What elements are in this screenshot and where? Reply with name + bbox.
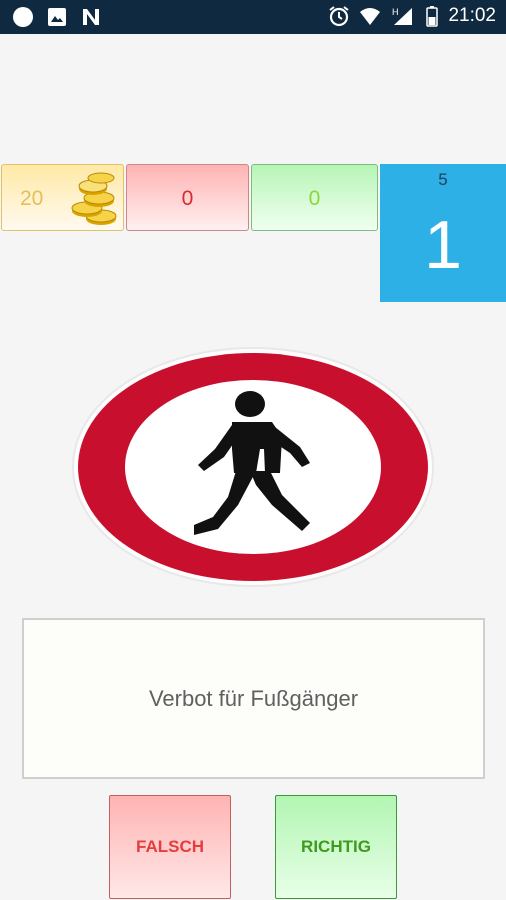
- signal-icon: H: [390, 5, 416, 27]
- battery-icon: [425, 5, 439, 27]
- coins-counter: 20: [1, 164, 124, 231]
- image-icon: [46, 6, 68, 28]
- answer-text-box: Verbot für Fußgänger: [22, 618, 485, 779]
- true-button[interactable]: RICHTIG: [275, 795, 397, 899]
- wrong-answers-counter: 0: [126, 164, 249, 231]
- clock-time: 21:02: [448, 5, 496, 26]
- false-button[interactable]: FALSCH: [109, 795, 231, 899]
- network-letter: H: [392, 7, 399, 17]
- alarm-icon: [328, 5, 350, 27]
- status-bar: H 21:02: [0, 0, 506, 34]
- circle-notification-icon: [12, 6, 34, 28]
- correct-answers-value: 0: [308, 187, 321, 210]
- gold-coins-icon: [71, 172, 117, 225]
- correct-answers-counter: 0: [251, 164, 378, 231]
- wrong-answers-value: 0: [181, 187, 194, 210]
- answer-text: Verbot für Fußgänger: [148, 686, 359, 711]
- coins-value: 20: [20, 187, 44, 210]
- n-app-icon: [80, 6, 102, 28]
- level-current: 1: [424, 207, 462, 283]
- no-pedestrians-sign-icon: [70, 345, 436, 593]
- level-total: 5: [438, 170, 448, 189]
- level-indicator: 5 1: [380, 164, 506, 302]
- wifi-icon: [359, 5, 381, 27]
